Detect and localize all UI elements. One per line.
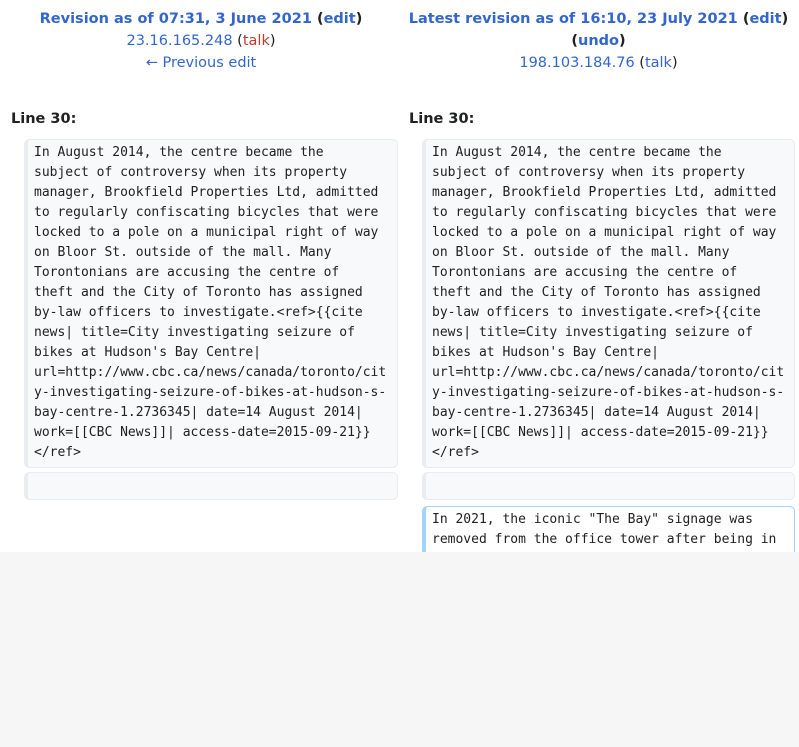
- old-line-number: Line 30:: [11, 111, 77, 127]
- previous-edit-link[interactable]: ← Previous edit: [146, 55, 257, 71]
- old-revision-header: Revision as of 07:31, 3 June 2021 (edit)…: [39, 11, 363, 71]
- new-revision-link[interactable]: Latest revision as of 16:10, 23 July 202…: [409, 11, 738, 27]
- new-edit-link[interactable]: edit: [749, 11, 781, 27]
- added-line-block: In 2021, the iconic "The Bay" signage wa…: [422, 506, 795, 552]
- added-line-text: In 2021, the iconic "The Bay" signage wa…: [432, 512, 777, 547]
- new-empty-context-block: [422, 472, 795, 500]
- old-user-link[interactable]: 23.16.165.248: [126, 33, 232, 49]
- new-line-number: Line 30:: [409, 111, 475, 127]
- new-user-link[interactable]: 198.103.184.76: [519, 55, 634, 71]
- old-edit-link[interactable]: edit: [324, 11, 356, 27]
- undo-link[interactable]: undo: [578, 33, 619, 49]
- old-context-block: In August 2014, the centre became the su…: [24, 139, 398, 468]
- old-empty-context-block: [24, 472, 398, 500]
- old-revision-link[interactable]: Revision as of 07:31, 3 June 2021: [40, 11, 312, 27]
- new-revision-header: Latest revision as of 16:10, 23 July 202…: [408, 11, 789, 71]
- new-context-text: In August 2014, the centre became the su…: [432, 145, 785, 460]
- old-talk-link[interactable]: talk: [243, 33, 270, 49]
- diff-page: Revision as of 07:31, 3 June 2021 (edit)…: [0, 0, 799, 552]
- old-context-text: In August 2014, the centre became the su…: [34, 145, 387, 460]
- new-context-block: In August 2014, the centre became the su…: [422, 139, 795, 468]
- new-talk-link[interactable]: talk: [645, 55, 672, 71]
